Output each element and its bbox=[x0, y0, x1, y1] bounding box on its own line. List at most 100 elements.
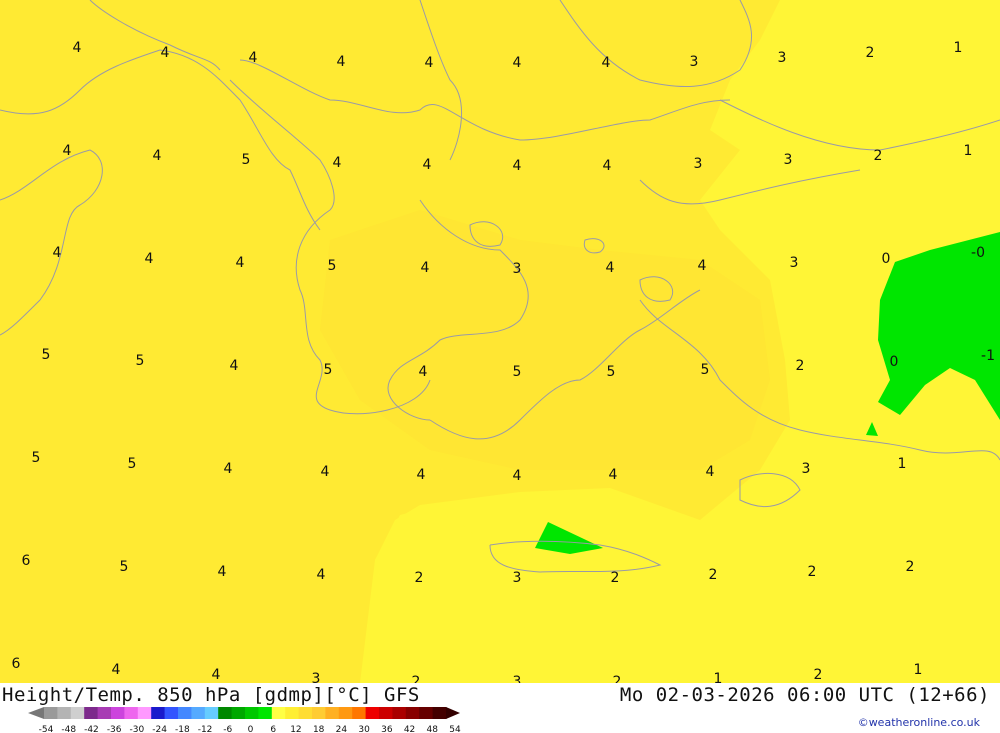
isoline-label: 4 bbox=[224, 461, 233, 477]
color-scale-swatch bbox=[84, 707, 99, 719]
color-scale-swatch bbox=[178, 707, 192, 719]
credit-link[interactable]: ©weatheronline.co.uk bbox=[858, 716, 980, 729]
isoline-label: 4 bbox=[606, 260, 615, 276]
isoline-label: 4 bbox=[417, 467, 426, 483]
color-scale-tick-label: -12 bbox=[198, 725, 213, 733]
map-canvas: 4 4 4 4 4 4 4 3 3 2 1 4 4 5 4 4 4 4 3 3 2 1 4 4 4 5 4 3 4 4 3 0 -0 5 5 4 5 4 5… bbox=[0, 0, 1000, 683]
color-scale-swatch bbox=[137, 707, 152, 719]
isoline-label: 4 bbox=[423, 157, 432, 173]
color-scale-swatch bbox=[338, 707, 353, 719]
isoline-label: 4 bbox=[513, 55, 522, 71]
isoline-label: 4 bbox=[153, 148, 162, 164]
color-scale-tick-label: 24 bbox=[336, 725, 348, 733]
isoline-label: 5 bbox=[513, 364, 522, 380]
color-scale-swatch bbox=[164, 707, 179, 719]
color-scale-tick-label: -18 bbox=[175, 725, 190, 733]
isoline-label: 3 bbox=[312, 671, 321, 683]
color-scale-swatch bbox=[271, 707, 286, 719]
isoline-label: 2 bbox=[613, 674, 622, 683]
isoline-label: 4 bbox=[513, 468, 522, 484]
color-scale-tick-label: -6 bbox=[223, 725, 232, 733]
isoline-label: 4 bbox=[317, 567, 326, 583]
color-scale-tick-label: -42 bbox=[84, 725, 99, 733]
isoline-label: 3 bbox=[690, 54, 699, 70]
isoline-label: 2 bbox=[874, 148, 883, 164]
isoline-label: 4 bbox=[333, 155, 342, 171]
color-scale-swatch bbox=[405, 707, 420, 719]
isoline-label: 5 bbox=[324, 362, 333, 378]
color-scale-swatch bbox=[44, 707, 58, 719]
color-scale-tick-label: 48 bbox=[427, 725, 439, 733]
isoline-label: 5 bbox=[32, 450, 41, 466]
color-scale-swatch bbox=[365, 707, 380, 719]
isoline-label: 2 bbox=[611, 570, 620, 586]
isoline-label: 4 bbox=[145, 251, 154, 267]
isoline-label: 5 bbox=[120, 559, 129, 575]
color-scale-swatch bbox=[218, 707, 233, 719]
color-scale-swatch bbox=[70, 707, 85, 719]
color-scale-arrow-right bbox=[446, 707, 460, 719]
isoline-label: 1 bbox=[898, 456, 907, 472]
color-scale-tick-label: 6 bbox=[270, 725, 276, 733]
color-scale-tick-label: 30 bbox=[358, 725, 370, 733]
isoline-label: 3 bbox=[778, 50, 787, 66]
isoline-label: 2 bbox=[814, 667, 823, 683]
color-scale-tick-label: -54 bbox=[39, 725, 54, 733]
isoline-label: 1 bbox=[714, 671, 723, 683]
color-scale-swatch bbox=[352, 707, 367, 719]
isoline-label: 4 bbox=[218, 564, 227, 580]
isoline-label: 2 bbox=[796, 358, 805, 374]
isoline-label: 4 bbox=[249, 50, 258, 66]
isoline-label: -1 bbox=[981, 348, 995, 364]
isoline-label: 4 bbox=[602, 55, 611, 71]
isoline-label: 1 bbox=[954, 40, 963, 56]
isoline-label: 0 bbox=[890, 354, 899, 370]
isoline-label: 4 bbox=[63, 143, 72, 159]
color-scale-arrow-left bbox=[28, 707, 44, 719]
isoline-label: 4 bbox=[603, 158, 612, 174]
color-scale-swatch bbox=[245, 707, 259, 719]
isoline-label: 4 bbox=[609, 467, 618, 483]
isoline-label: 5 bbox=[128, 456, 137, 472]
isoline-label: 3 bbox=[802, 461, 811, 477]
isoline-label: 5 bbox=[701, 362, 710, 378]
isoline-label: 3 bbox=[513, 674, 522, 683]
color-scale-swatch bbox=[258, 707, 273, 719]
color-scale-swatch bbox=[111, 707, 125, 719]
isoline-label: 2 bbox=[906, 559, 915, 575]
isoline-label: 2 bbox=[415, 570, 424, 586]
isoline-label: 4 bbox=[212, 667, 221, 683]
map-datetime: Mo 02-03-2026 06:00 UTC (12+66) bbox=[619, 684, 990, 706]
color-scale-swatch bbox=[325, 707, 340, 719]
color-scale-swatch bbox=[285, 707, 300, 719]
color-scale-swatch bbox=[419, 707, 434, 719]
isoline-label: 2 bbox=[866, 45, 875, 61]
color-scale-swatch bbox=[379, 707, 393, 719]
color-scale-tick-label: 42 bbox=[404, 725, 415, 733]
isoline-label: 4 bbox=[321, 464, 330, 480]
isoline-label: 4 bbox=[112, 662, 121, 678]
isoline-label: 4 bbox=[161, 45, 170, 61]
color-scale-tick-label: 36 bbox=[381, 725, 393, 733]
isoline-label: 4 bbox=[513, 158, 522, 174]
isoline-label: 3 bbox=[694, 156, 703, 172]
color-scale-swatch bbox=[97, 707, 112, 719]
isoline-label: 5 bbox=[328, 258, 337, 274]
isoline-label: 5 bbox=[136, 353, 145, 369]
color-scale-swatch bbox=[204, 707, 219, 719]
color-scale-swatch bbox=[298, 707, 313, 719]
isoline-label: 4 bbox=[73, 40, 82, 56]
color-scale-swatch bbox=[57, 707, 72, 719]
weather-map: 4 4 4 4 4 4 4 3 3 2 1 4 4 5 4 4 4 4 3 3 2 1 4 4 4 5 4 3 4 4 3 0 -0 5 5 4 5 4 5… bbox=[0, 0, 1000, 683]
isoline-label: 5 bbox=[42, 347, 51, 363]
color-scale-tick-label: -36 bbox=[107, 725, 122, 733]
isoline-label: 4 bbox=[698, 258, 707, 274]
color-scale-swatch bbox=[392, 707, 407, 719]
color-scale-tick-label: -48 bbox=[61, 725, 76, 733]
color-scale-ticks: -54 -48 -42 -36 -30 -24 -18 -12 -6 0 6 12 18 24 30 36 42… bbox=[39, 725, 461, 733]
color-scale-swatch bbox=[231, 707, 246, 719]
isoline-label: 2 bbox=[412, 674, 421, 683]
color-scale-swatch bbox=[151, 707, 166, 719]
color-scale-swatch bbox=[432, 707, 447, 719]
isoline-label: -0 bbox=[971, 245, 985, 261]
